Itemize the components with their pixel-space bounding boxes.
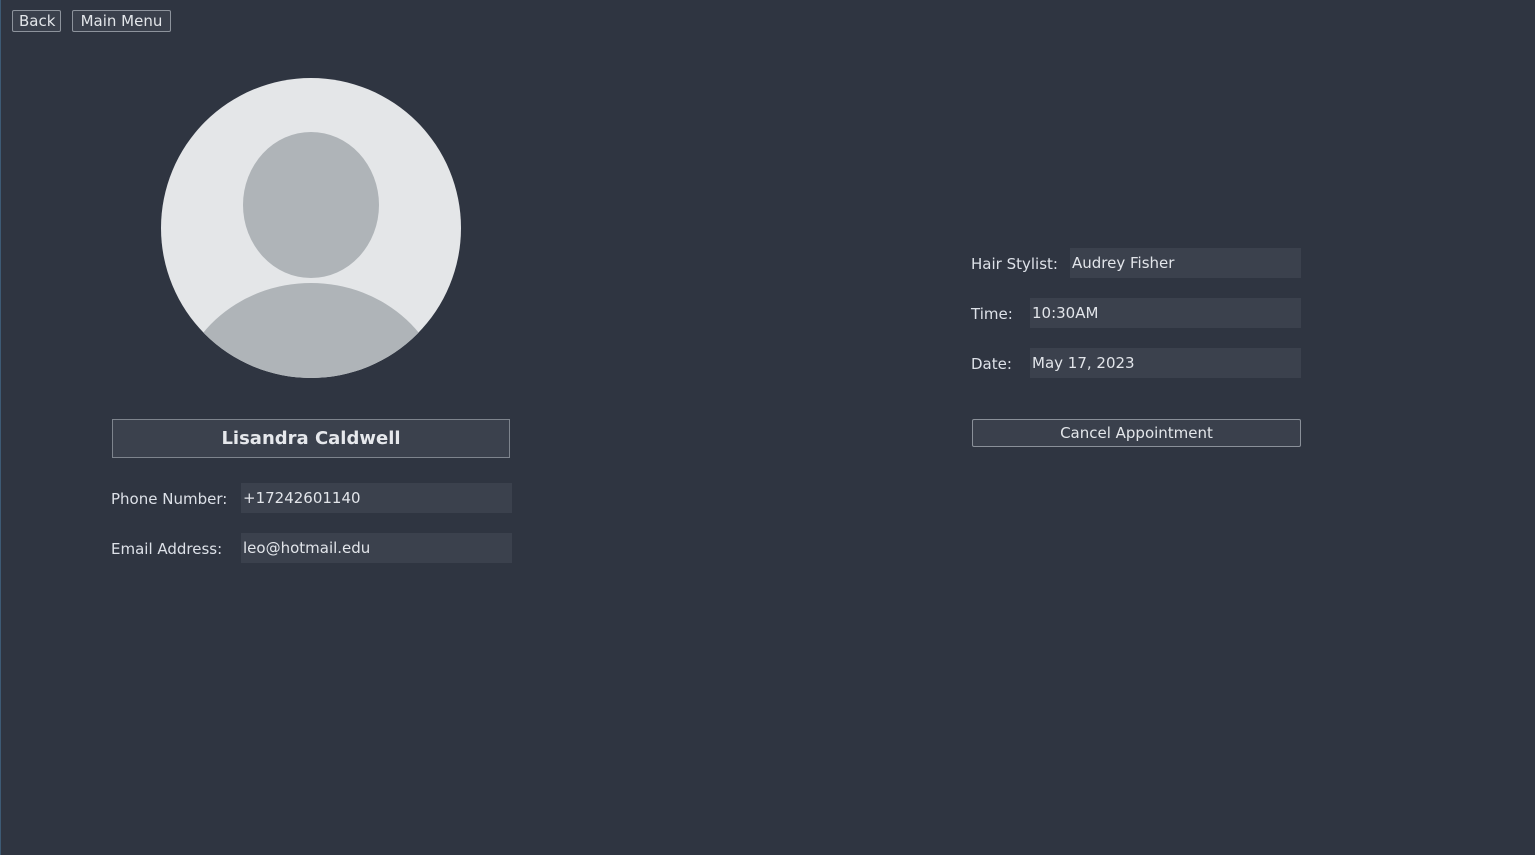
default-user-avatar-icon <box>161 78 461 378</box>
window-left-border <box>0 0 1 855</box>
time-label: Time: <box>971 305 1013 323</box>
hair-stylist-field[interactable]: Audrey Fisher <box>1070 248 1301 278</box>
date-field[interactable]: May 17, 2023 <box>1030 348 1301 378</box>
time-field[interactable]: 10:30AM <box>1030 298 1301 328</box>
phone-number-field[interactable]: +17242601140 <box>241 483 512 513</box>
main-menu-button[interactable]: Main Menu <box>72 10 171 32</box>
phone-number-label: Phone Number: <box>111 490 228 508</box>
date-label: Date: <box>971 355 1012 373</box>
cancel-appointment-button[interactable]: Cancel Appointment <box>972 419 1301 447</box>
avatar <box>161 78 461 378</box>
email-address-field[interactable]: leo@hotmail.edu <box>241 533 512 563</box>
back-button[interactable]: Back <box>12 10 61 32</box>
client-name: Lisandra Caldwell <box>112 419 510 458</box>
email-address-label: Email Address: <box>111 540 223 558</box>
hair-stylist-label: Hair Stylist: <box>971 255 1058 273</box>
